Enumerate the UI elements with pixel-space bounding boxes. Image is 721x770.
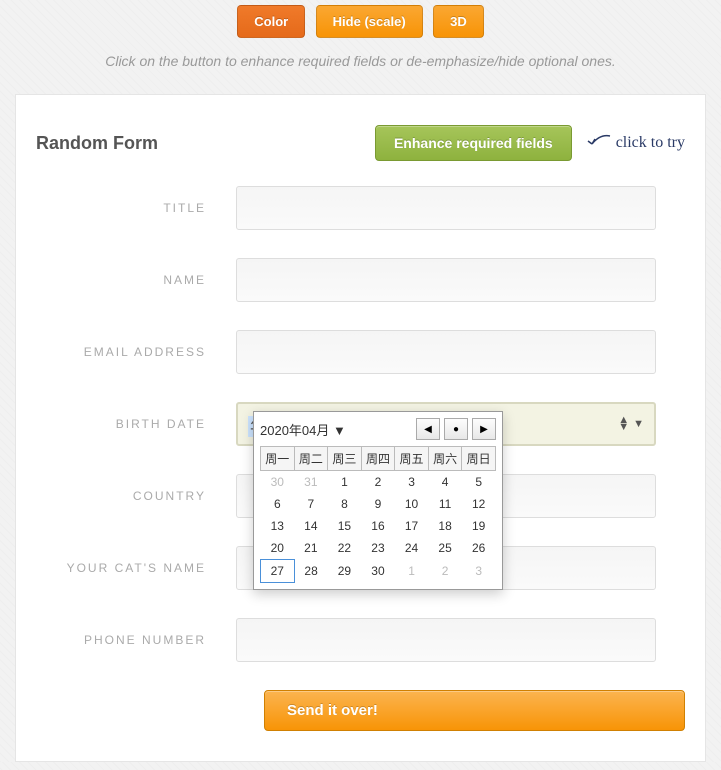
calendar-day[interactable]: 3 (395, 471, 429, 494)
phone-input[interactable] (236, 618, 656, 662)
calendar-day[interactable]: 8 (328, 493, 362, 515)
calendar-day[interactable]: 25 (428, 537, 462, 560)
date-picker-popup: 2020年04月 ▼ ◀ ● ▶ 周一周二周三周四周五周六周日 30311234… (253, 411, 503, 590)
country-label: COUNTRY (36, 489, 236, 503)
calendar-day[interactable]: 9 (361, 493, 395, 515)
calendar-day[interactable]: 19 (462, 515, 496, 537)
instruction-text: Click on the button to enhance required … (0, 53, 721, 69)
date-spinner-icon[interactable]: ▲▼ (618, 417, 629, 431)
calendar-day[interactable]: 1 (395, 560, 429, 583)
hide-scale-button[interactable]: Hide (scale) (316, 5, 423, 38)
calendar-day[interactable]: 12 (462, 493, 496, 515)
email-label: EMAIL ADDRESS (36, 345, 236, 359)
calendar-day[interactable]: 2 (361, 471, 395, 494)
name-label: NAME (36, 273, 236, 287)
calendar-weekday: 周二 (294, 447, 328, 471)
calendar-day[interactable]: 30 (261, 471, 295, 494)
calendar-day[interactable]: 16 (361, 515, 395, 537)
calendar-grid: 周一周二周三周四周五周六周日 3031123456789101112131415… (260, 446, 496, 583)
enhance-required-button[interactable]: Enhance required fields (375, 125, 572, 161)
calendar-day[interactable]: 6 (261, 493, 295, 515)
calendar-day[interactable]: 4 (428, 471, 462, 494)
calendar-day[interactable]: 31 (294, 471, 328, 494)
calendar-day[interactable]: 11 (428, 493, 462, 515)
calendar-day[interactable]: 21 (294, 537, 328, 560)
calendar-month-label[interactable]: 2020年04月 ▼ (260, 420, 416, 439)
calendar-day[interactable]: 26 (462, 537, 496, 560)
calendar-day[interactable]: 24 (395, 537, 429, 560)
calendar-day[interactable]: 27 (261, 560, 295, 583)
calendar-day[interactable]: 15 (328, 515, 362, 537)
birth-date-label: BIRTH DATE (36, 417, 236, 431)
calendar-day[interactable]: 18 (428, 515, 462, 537)
calendar-day[interactable]: 29 (328, 560, 362, 583)
submit-button[interactable]: Send it over! (264, 690, 685, 731)
color-button[interactable]: Color (237, 5, 305, 38)
calendar-day[interactable]: 7 (294, 493, 328, 515)
date-dropdown-icon[interactable]: ▼ (633, 418, 644, 430)
calendar-weekday: 周四 (361, 447, 395, 471)
name-input[interactable] (236, 258, 656, 302)
calendar-day[interactable]: 2 (428, 560, 462, 583)
calendar-day[interactable]: 17 (395, 515, 429, 537)
calendar-day[interactable]: 1 (328, 471, 362, 494)
3d-button[interactable]: 3D (433, 5, 484, 38)
calendar-day[interactable]: 5 (462, 471, 496, 494)
calendar-day[interactable]: 13 (261, 515, 295, 537)
calendar-day[interactable]: 3 (462, 560, 496, 583)
calendar-weekday: 周日 (462, 447, 496, 471)
calendar-day[interactable]: 14 (294, 515, 328, 537)
cat-name-label: YOUR CAT'S NAME (36, 561, 236, 575)
calendar-day[interactable]: 30 (361, 560, 395, 583)
calendar-today-button[interactable]: ● (444, 418, 468, 440)
calendar-prev-button[interactable]: ◀ (416, 418, 440, 440)
calendar-next-button[interactable]: ▶ (472, 418, 496, 440)
email-input[interactable] (236, 330, 656, 374)
title-input[interactable] (236, 186, 656, 230)
calendar-weekday: 周六 (428, 447, 462, 471)
phone-label: PHONE NUMBER (36, 633, 236, 647)
calendar-day[interactable]: 10 (395, 493, 429, 515)
click-to-try-hint: click to try (582, 132, 685, 154)
calendar-day[interactable]: 23 (361, 537, 395, 560)
form-title: Random Form (36, 133, 158, 154)
calendar-day[interactable]: 22 (328, 537, 362, 560)
calendar-weekday: 周三 (328, 447, 362, 471)
calendar-day[interactable]: 20 (261, 537, 295, 560)
form-card: Random Form Enhance required fields clic… (15, 94, 706, 762)
arrow-icon (582, 132, 612, 154)
calendar-day[interactable]: 28 (294, 560, 328, 583)
calendar-weekday: 周一 (261, 447, 295, 471)
title-label: TITLE (36, 201, 236, 215)
calendar-weekday: 周五 (395, 447, 429, 471)
